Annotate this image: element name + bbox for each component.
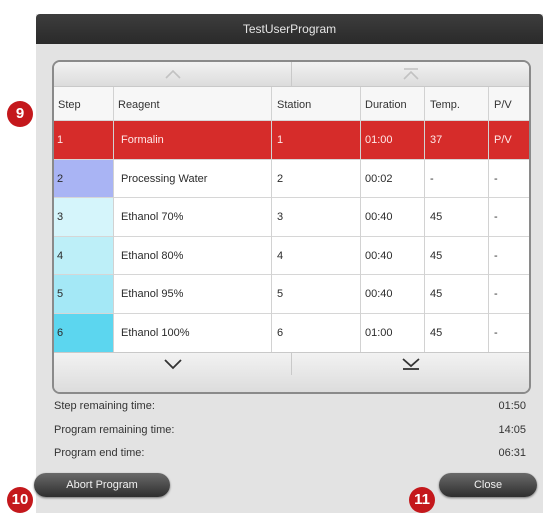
- step-remaining-value: 01:50: [498, 400, 526, 412]
- cell-station: 1: [277, 134, 284, 146]
- column-divider: [271, 87, 272, 352]
- callout-11: 11: [409, 487, 435, 513]
- cell-duration: 00:02: [365, 172, 393, 185]
- callout-10: 10: [7, 487, 33, 513]
- close-button[interactable]: Close: [439, 473, 537, 497]
- table-row[interactable]: 5 Ethanol 95% 5 00:40 45 -: [54, 274, 529, 314]
- scroll-to-top-button[interactable]: [292, 62, 529, 86]
- cell-pv: -: [494, 172, 498, 185]
- cell-temp: -: [430, 172, 434, 185]
- program-end-value: 06:31: [498, 447, 526, 459]
- cell-step: 5: [57, 288, 64, 301]
- cell-step: 6: [57, 327, 64, 339]
- callout-9: 9: [7, 101, 33, 127]
- step-color-cell: 5: [54, 275, 114, 314]
- cell-pv: -: [494, 327, 498, 339]
- column-header-step: Step: [58, 99, 81, 111]
- cell-station: 3: [277, 211, 284, 224]
- cell-duration: 00:40: [365, 249, 393, 262]
- cell-duration: 00:40: [365, 211, 393, 224]
- column-header-pv: P/V: [494, 99, 512, 111]
- cell-reagent: Ethanol 100%: [121, 327, 190, 339]
- cell-reagent: Formalin: [121, 134, 164, 146]
- cell-step: 4: [57, 249, 64, 262]
- cell-duration: 01:00: [365, 327, 393, 339]
- program-end-label: Program end time:: [54, 447, 145, 459]
- program-remaining-label: Program remaining time:: [54, 424, 175, 436]
- scroll-to-bottom-button[interactable]: [292, 353, 529, 375]
- column-divider: [488, 87, 489, 352]
- cell-station: 6: [277, 327, 284, 339]
- program-remaining-value: 14:05: [498, 424, 526, 436]
- program-end-time: Program end time: 06:31: [54, 447, 526, 459]
- table-header-row: Step Reagent Station Duration Temp. P/V: [54, 87, 529, 120]
- cell-temp: 45: [430, 211, 443, 224]
- cell-temp: 45: [430, 327, 443, 339]
- column-header-station: Station: [277, 99, 312, 111]
- chevron-up-icon: [164, 69, 181, 79]
- cell-duration: 00:40: [365, 288, 393, 301]
- cell-reagent: Ethanol 95%: [121, 288, 184, 301]
- table-row[interactable]: 4 Ethanol 80% 4 00:40 45 -: [54, 235, 529, 275]
- cell-pv: P/V: [494, 134, 512, 146]
- step-color-cell: 2: [54, 159, 114, 198]
- cell-reagent: Processing Water: [121, 172, 208, 185]
- cell-pv: -: [494, 249, 498, 262]
- dialog-title: TestUserProgram: [36, 14, 543, 44]
- scroll-to-bottom-icon: [401, 358, 420, 370]
- column-header-duration: Duration: [365, 99, 407, 111]
- cell-station: 4: [277, 249, 284, 262]
- program-remaining-time: Program remaining time: 14:05: [54, 424, 526, 436]
- cell-duration: 01:00: [365, 134, 393, 146]
- step-remaining-time: Step remaining time: 01:50: [54, 400, 526, 412]
- cell-temp: 45: [430, 249, 443, 262]
- abort-program-button[interactable]: Abort Program: [34, 473, 170, 497]
- cell-station: 5: [277, 288, 284, 301]
- table-row[interactable]: 1 Formalin 1 01:00 37 P/V: [54, 120, 529, 159]
- column-divider: [113, 87, 114, 352]
- cell-step: 1: [57, 134, 64, 146]
- step-color-cell: 6: [54, 314, 114, 352]
- scroll-to-top-icon: [402, 68, 419, 80]
- cell-temp: 37: [430, 134, 443, 146]
- step-color-cell: 3: [54, 198, 114, 237]
- table-row[interactable]: 3 Ethanol 70% 3 00:40 45 -: [54, 197, 529, 237]
- cell-step: 3: [57, 211, 64, 224]
- table-row[interactable]: 2 Processing Water 2 00:02 - -: [54, 158, 529, 198]
- column-divider: [424, 87, 425, 352]
- program-dialog: TestUserProgram Step Reagent Station Dur…: [34, 14, 543, 513]
- table-bottom-scroll-bar: [54, 352, 529, 392]
- cell-station: 2: [277, 172, 284, 185]
- step-color-cell: 4: [54, 236, 114, 275]
- cell-temp: 45: [430, 288, 443, 301]
- step-remaining-label: Step remaining time:: [54, 400, 155, 412]
- scroll-up-button[interactable]: [54, 62, 292, 86]
- program-steps-table: Step Reagent Station Duration Temp. P/V …: [52, 60, 531, 394]
- cell-reagent: Ethanol 80%: [121, 249, 184, 262]
- cell-pv: -: [494, 211, 498, 224]
- cell-reagent: Ethanol 70%: [121, 211, 184, 224]
- chevron-down-icon: [163, 359, 182, 370]
- column-header-temp: Temp.: [430, 99, 460, 111]
- step-color-cell: 1: [54, 121, 114, 159]
- table-row[interactable]: 6 Ethanol 100% 6 01:00 45 -: [54, 313, 529, 352]
- column-header-reagent: Reagent: [118, 99, 160, 111]
- column-divider: [360, 87, 361, 352]
- cell-pv: -: [494, 288, 498, 301]
- scroll-down-button[interactable]: [54, 353, 292, 375]
- table-top-scroll-bar: [54, 62, 529, 87]
- cell-step: 2: [57, 172, 64, 185]
